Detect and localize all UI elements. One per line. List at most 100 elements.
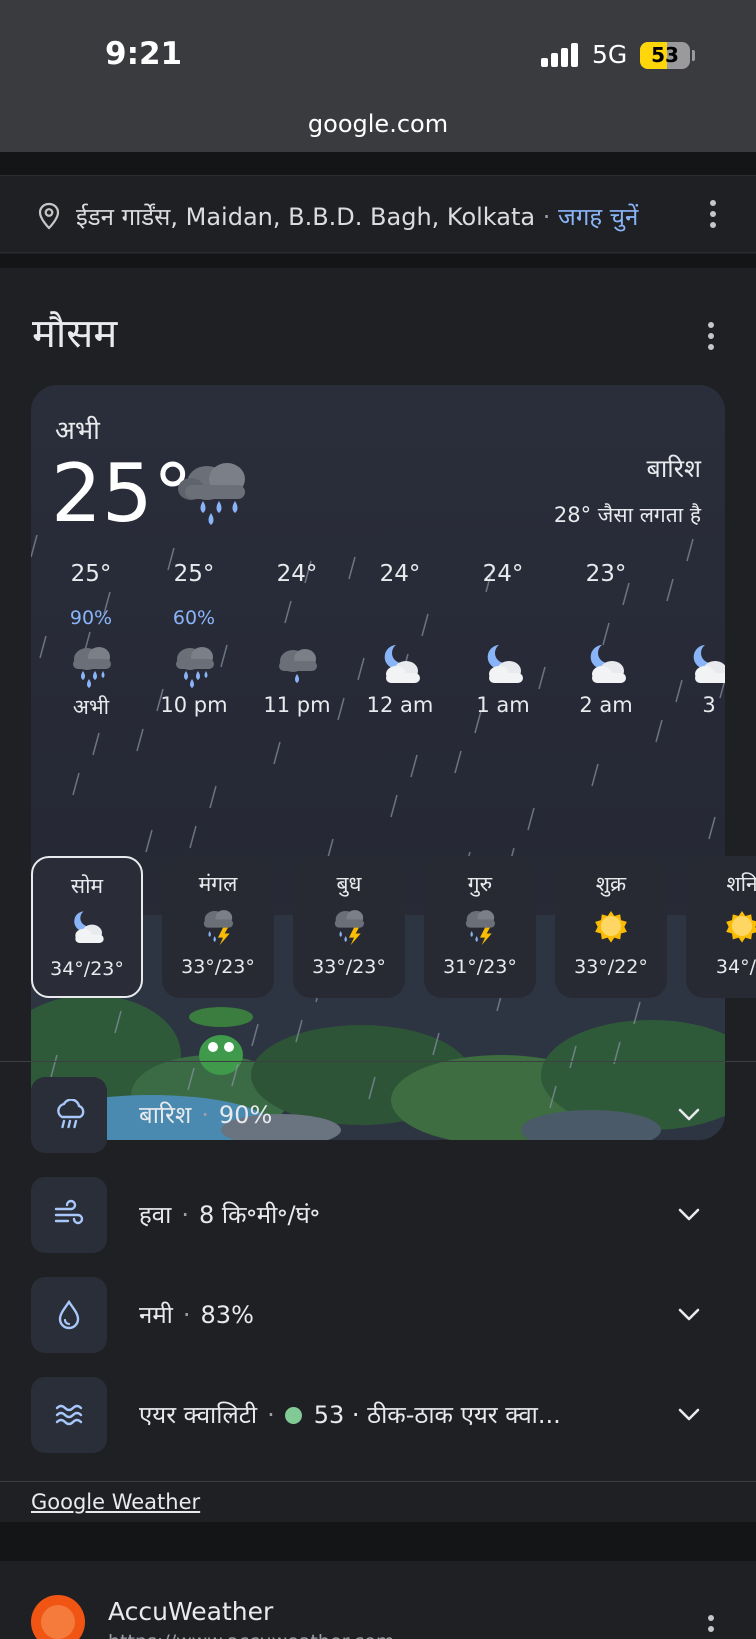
choose-location-link[interactable]: जगह चुनें <box>558 203 638 231</box>
air-quality-icon <box>55 1404 83 1426</box>
hourly-temp: 23° <box>585 561 627 587</box>
signal-icon <box>541 43 581 67</box>
hourly-temp: 24° <box>379 561 421 587</box>
moon-cloud-icon <box>74 911 104 943</box>
hourly-temp: 25° <box>70 561 112 587</box>
moon-cloud-icon <box>384 645 420 683</box>
location-text: ईडन गार्डेंस, Maidan, B.B.D. Bagh, Kolka… <box>76 200 638 233</box>
hourly-precip <box>659 607 725 637</box>
location-separator: · <box>542 203 551 231</box>
weather-more-button[interactable] <box>708 322 714 355</box>
daily-item[interactable]: शनि 34°/2 <box>686 856 756 998</box>
chevron-down-icon[interactable] <box>677 1205 701 1225</box>
day-temp-range: 33°/23° <box>312 956 386 978</box>
metric-icon-box <box>31 1377 107 1453</box>
rain-cloud-icon <box>73 647 111 688</box>
hourly-time: अभी <box>72 695 110 719</box>
metric-text: एयर क्वालिटी · 53 · ठीक-ठाक एयर क्वा... <box>139 1398 561 1431</box>
weather-title: मौसम <box>32 311 118 357</box>
metric-row[interactable]: नमी · 83% <box>31 1277 725 1353</box>
thunderstorm-icon <box>465 910 495 946</box>
metric-separator: · <box>181 1201 189 1229</box>
daily-forecast[interactable]: सोम 34°/23° मंगल 33°/23° बुध 33°/23° गुरु 31°/2… <box>31 856 756 998</box>
result-more-button[interactable] <box>708 1615 714 1637</box>
day-name: शनि <box>726 872 756 896</box>
day-temp-range: 33°/23° <box>181 956 255 978</box>
chevron-down-icon[interactable] <box>677 1405 701 1425</box>
wind-icon <box>54 1199 84 1225</box>
metric-label: एयर क्वालिटी <box>139 1401 258 1429</box>
hourly-item: 24° 12 am <box>350 561 450 717</box>
metric-label: नमी <box>139 1301 173 1329</box>
hourly-precip <box>556 607 656 637</box>
hourly-temp: 24° <box>276 561 318 587</box>
rain-cloud-icon <box>178 463 245 525</box>
chevron-down-icon[interactable] <box>677 1105 701 1125</box>
metric-value: 83% <box>200 1301 254 1329</box>
day-name: गुरु <box>467 872 493 896</box>
status-bar: 9:21 5G 53 google.com <box>0 0 756 152</box>
metric-separator: · <box>201 1101 209 1129</box>
hourly-time: 1 am <box>476 693 530 717</box>
location-more-button[interactable] <box>710 200 716 233</box>
chevron-down-icon[interactable] <box>677 1305 701 1325</box>
hourly-item: 24° 11 pm <box>247 561 347 717</box>
day-temp-range: 34°/2 <box>715 956 756 978</box>
current-temperature: 25° <box>51 447 193 540</box>
daily-item[interactable]: शुक्र 33°/22° <box>555 856 667 998</box>
network-type: 5G <box>592 40 628 69</box>
metric-separator: · <box>182 1301 191 1329</box>
hourly-time: 10 pm <box>160 693 228 717</box>
hourly-precip: 90% <box>69 607 113 629</box>
daily-item[interactable]: गुरु 31°/23° <box>424 856 536 998</box>
google-weather-link[interactable]: Google Weather <box>31 1490 200 1514</box>
divider <box>0 1481 756 1482</box>
hourly-temp: 24° <box>482 561 524 587</box>
location-name: ईडन गार्डेंस, Maidan, B.B.D. Bagh, Kolka… <box>76 203 536 231</box>
hourly-time: 11 pm <box>263 693 331 717</box>
hourly-item: 25° 90% अभी <box>41 561 141 721</box>
hourly-time: 2 am <box>579 693 633 717</box>
daily-item[interactable]: सोम 34°/23° <box>31 856 143 998</box>
day-name: मंगल <box>198 872 238 896</box>
moon-cloud-icon <box>487 645 523 683</box>
day-temp-range: 33°/22° <box>574 956 648 978</box>
rain-cloud-icon <box>176 647 214 688</box>
battery-level: 53 <box>651 43 679 67</box>
divider-strip <box>0 254 756 268</box>
metric-icon-box <box>31 1277 107 1353</box>
hourly-precip <box>350 607 450 637</box>
daily-item[interactable]: मंगल 33°/23° <box>162 856 274 998</box>
air-quality-status-dot <box>284 1407 302 1424</box>
day-name: सोम <box>70 874 104 898</box>
hourly-forecast[interactable]: 25° 90% अभी 25° 60% 10 pm 24° 11 pm 24° 12 am 24° 1… <box>31 561 725 731</box>
battery-icon: 53 <box>640 42 690 69</box>
hourly-item: 25° 60% 10 pm <box>144 561 244 717</box>
now-label: अभी <box>55 416 100 446</box>
drizzle-cloud-icon <box>279 649 317 683</box>
hourly-item: 23° 2 am <box>556 561 656 717</box>
result-url: https://www.accuweather.com <box>108 1631 394 1639</box>
metric-row[interactable]: हवा · 8 कि॰मी॰/घं॰ <box>31 1177 725 1253</box>
battery-tip <box>692 50 695 61</box>
metric-text: हवा · 8 कि॰मी॰/घं॰ <box>139 1198 320 1231</box>
rain-icon <box>57 1099 85 1129</box>
metric-row[interactable]: बारिश · 90% <box>31 1077 725 1153</box>
search-result[interactable]: AccuWeather https://www.accuweather.com <box>0 1561 756 1639</box>
weather-card: मौसम अभी 25° बारिश 28° जैसा लगता है 25° … <box>0 268 756 1522</box>
location-pin-icon <box>38 202 60 230</box>
hourly-precip: 60% <box>172 607 216 629</box>
thunderstorm-icon <box>203 910 233 946</box>
metric-text: बारिश · 90% <box>139 1098 272 1131</box>
metric-label: बारिश <box>139 1101 192 1129</box>
hourly-temp: 25° <box>173 561 215 587</box>
metric-value: 90% <box>218 1101 273 1129</box>
hourly-item: 3 <box>659 561 725 717</box>
metric-row[interactable]: एयर क्वालिटी · 53 · ठीक-ठाक एयर क्वा... <box>31 1377 725 1453</box>
daily-item[interactable]: बुध 33°/23° <box>293 856 405 998</box>
address-bar[interactable]: google.com <box>0 110 756 138</box>
result-title[interactable]: AccuWeather <box>108 1597 273 1626</box>
hourly-precip <box>247 607 347 637</box>
metric-value: 8 कि॰मी॰/घं॰ <box>198 1201 321 1229</box>
current-weather-panel: अभी 25° बारिश 28° जैसा लगता है 25° 90% अभी… <box>31 385 725 1140</box>
